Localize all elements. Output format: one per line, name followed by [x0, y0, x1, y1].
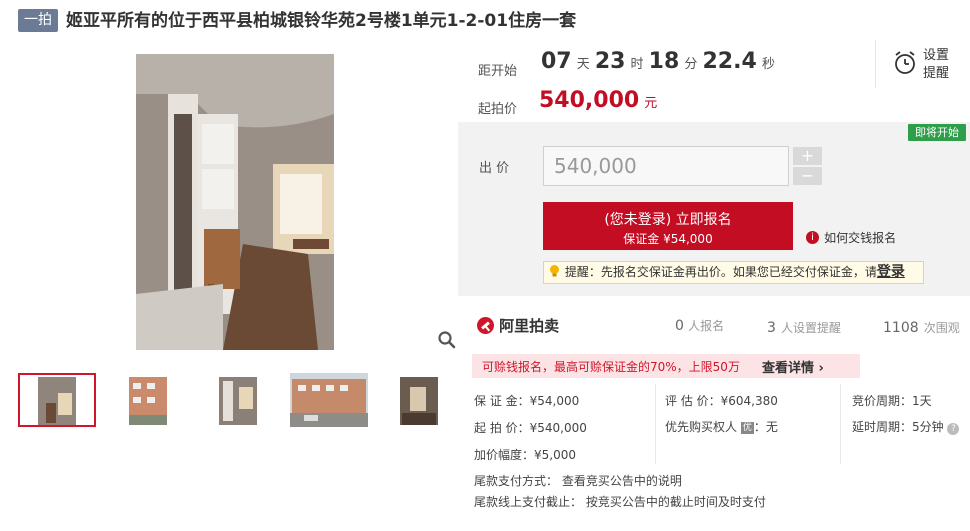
countdown-minutes: 18 [648, 49, 680, 74]
register-button-label: (您未登录) 立即报名 [604, 212, 732, 228]
detail-payment-method: 尾款支付方式： 查看竞买公告中的说明 [474, 474, 682, 488]
views-label: 次围观 [923, 321, 960, 335]
how-to-pay-label: 如何交钱报名 [824, 231, 897, 245]
start-price-label: 起拍价 [478, 102, 518, 117]
detail-delay-cycle: 延时周期：5分钟 ? [852, 418, 960, 435]
promo-link-label: 查看详情 [762, 361, 815, 376]
remind-line1: 设置 [923, 48, 950, 63]
auction-round-tag: 一拍 [18, 9, 58, 32]
reminders-count: 3 [767, 320, 776, 336]
views-stat: 1108 次围观 [883, 317, 960, 336]
start-price-unit: 元 [644, 96, 658, 111]
platform-name: 阿里拍卖 [499, 317, 560, 335]
detail-payment-deadline: 尾款线上支付截止： 按竞买公告中的截止时间及时支付 [474, 495, 766, 509]
countdown-days-unit: 天 [576, 57, 590, 72]
detail-bid-cycle: 竞价周期：1天 [852, 394, 932, 408]
reminders-stat: 3 人设置提醒 [767, 317, 841, 336]
bid-plus-button[interactable]: + [793, 147, 822, 165]
login-link[interactable]: 登录 [877, 264, 905, 280]
detail-deposit: 保 证 金：¥54,000 [474, 394, 580, 408]
applicants-label: 人报名 [688, 319, 725, 333]
thumbnail-5[interactable] [380, 373, 458, 427]
auction-hammer-icon [477, 316, 499, 335]
applicants-stat: 0 人报名 [675, 317, 724, 334]
detail-start-price: 起 拍 价：¥540,000 [474, 421, 587, 435]
start-price: 540,000 元 [539, 88, 657, 113]
countdown-hours-unit: 时 [630, 57, 644, 72]
magnifier-icon[interactable] [437, 330, 457, 350]
info-icon: i [806, 231, 819, 244]
reminders-label: 人设置提醒 [781, 321, 842, 335]
bid-input[interactable] [543, 146, 789, 186]
chevron-right-icon: › [818, 361, 824, 376]
views-count: 1108 [883, 320, 919, 336]
priority-label: 优先购买权人 [665, 420, 738, 434]
credit-promo-banner: 可赊钱报名，最高可赊保证金的70%，上限50万 查看详情 › [472, 354, 860, 378]
delay-cycle-text: 延时周期：5分钟 [852, 420, 944, 434]
countdown: 07 天 23 时 18 分 22.4 秒 [541, 49, 775, 74]
thumbnail-1[interactable] [18, 373, 96, 427]
countdown-hours: 23 [594, 49, 626, 74]
register-button[interactable]: (您未登录) 立即报名 保证金 ¥54,000 [543, 202, 793, 250]
login-tip: 提醒：先报名交保证金再出价。如果您已经交付保证金，请登录 [543, 261, 924, 284]
countdown-label: 距开始 [478, 64, 518, 79]
countdown-seconds-unit: 秒 [761, 57, 775, 72]
bid-label: 出 价 [479, 161, 510, 176]
start-price-value: 540,000 [539, 88, 640, 113]
main-photo[interactable] [18, 54, 458, 350]
lightbulb-icon [548, 265, 565, 279]
alarm-clock-icon [893, 50, 917, 80]
divider [655, 384, 656, 464]
divider [840, 384, 841, 464]
register-button-deposit: 保证金 ¥54,000 [623, 232, 713, 246]
question-icon[interactable]: ? [947, 423, 960, 435]
promo-text: 可赊钱报名，最高可赊保证金的70%，上限50万 [482, 360, 740, 374]
thumbnail-2[interactable] [109, 373, 187, 427]
how-to-pay-link[interactable]: i 如何交钱报名 [806, 227, 896, 246]
applicants-count: 0 [675, 318, 684, 334]
countdown-seconds: 22.4 [702, 49, 757, 74]
bid-minus-button[interactable]: − [793, 167, 822, 185]
promo-details-link[interactable]: 查看详情 › [762, 357, 824, 376]
status-badge: 即将开始 [908, 124, 966, 141]
priority-value: ：无 [753, 420, 778, 434]
detail-increment: 加价幅度：¥5,000 [474, 448, 576, 462]
remind-line2: 提醒 [923, 66, 950, 81]
detail-appraisal: 评 估 价：¥604,380 [665, 394, 778, 408]
platform-logo[interactable]: 阿里拍卖 [477, 315, 559, 336]
thumbnail-4[interactable] [290, 373, 368, 427]
countdown-days: 07 [541, 49, 572, 74]
detail-priority: 优先购买权人 优：无 [665, 418, 778, 435]
countdown-minutes-unit: 分 [684, 57, 698, 72]
thumbnail-3[interactable] [199, 373, 277, 427]
priority-mark: 优 [740, 422, 754, 434]
page-title: 姬亚平所有的位于西平县柏城银铃华苑2号楼1单元1-2-01住房一套 [66, 11, 577, 31]
tip-text: 提醒：先报名交保证金再出价。如果您已经交付保证金，请 [564, 265, 877, 279]
set-reminder-button[interactable]: 设置 提醒 [875, 40, 970, 88]
